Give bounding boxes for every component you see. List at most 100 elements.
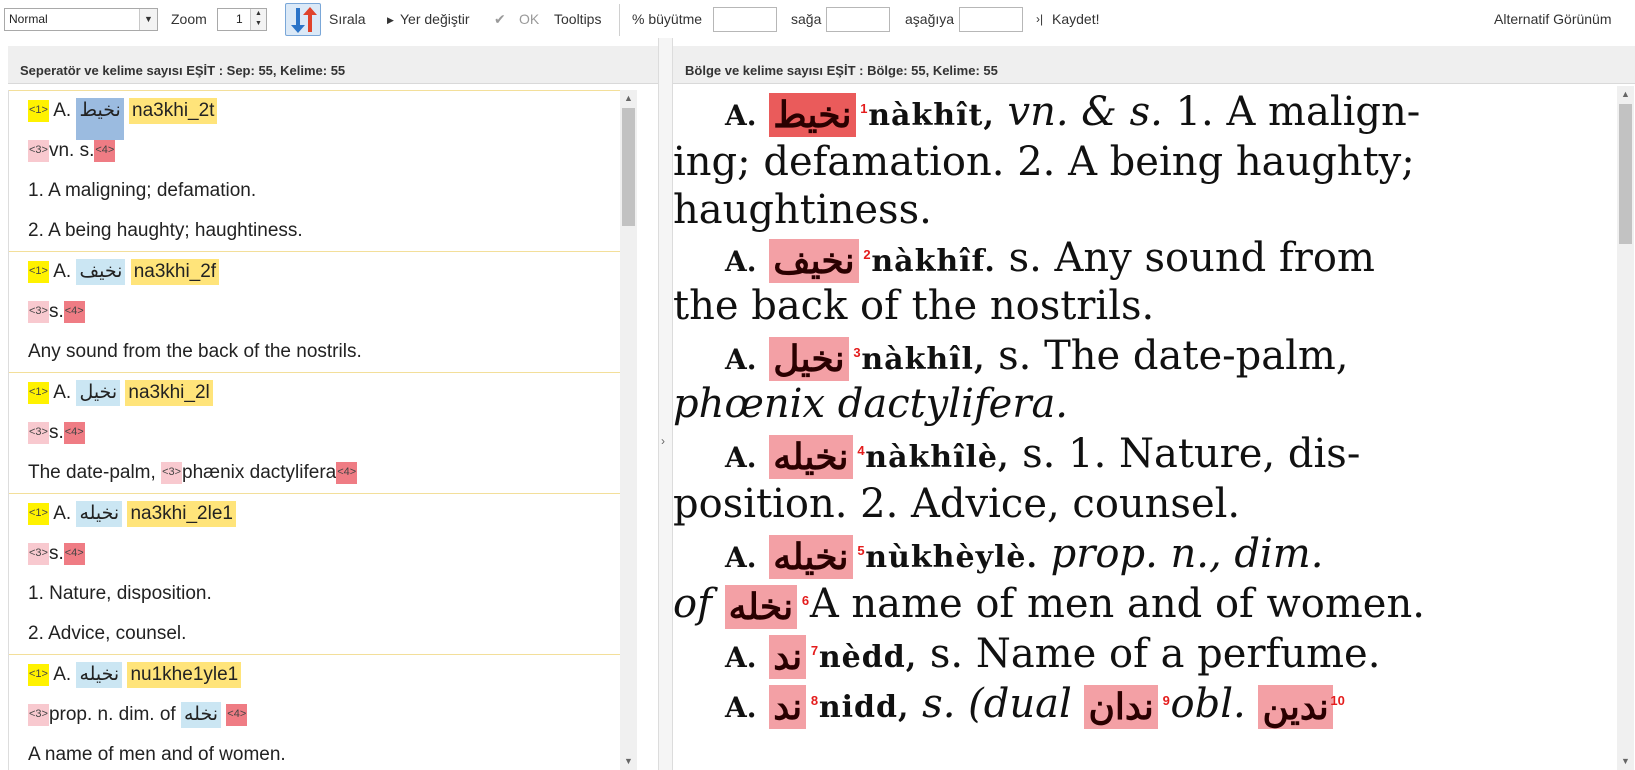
transliteration[interactable]: na3khi_2le1 xyxy=(127,500,236,527)
scan-line: haughtiness. xyxy=(673,187,932,233)
down-offset-input[interactable] xyxy=(959,7,1023,32)
separator-marker: <4> xyxy=(336,461,358,484)
spin-arrows-icon[interactable]: ▲ ▼ xyxy=(250,9,266,30)
move-button[interactable]: Yer değiştir xyxy=(400,11,470,27)
arabic-word[interactable]: نخيل xyxy=(76,379,121,406)
sort-button[interactable] xyxy=(285,3,321,36)
region-word: نخيله xyxy=(773,436,849,478)
definition: 1. A maligning; defamation. xyxy=(28,180,257,201)
scan-line: ing; defamation. 2. A being haughty; xyxy=(673,139,1415,185)
separator-marker: <4> xyxy=(63,421,85,444)
scan-line: position. 2. Advice, counsel. xyxy=(673,481,1241,527)
scan-text: nàkhîlè, xyxy=(865,440,1010,475)
arabic-word[interactable]: نخيله xyxy=(76,661,123,688)
save-button[interactable]: Kaydet! xyxy=(1052,11,1099,27)
tooltips-button[interactable]: Tooltips xyxy=(554,11,601,27)
sort-label[interactable]: Sırala xyxy=(329,11,366,27)
region-box[interactable]: نخله 6 xyxy=(724,585,809,629)
region-box[interactable]: ندان 9 xyxy=(1084,685,1170,729)
transliteration[interactable]: nu1khe1yle1 xyxy=(127,661,242,688)
scan-text: s. 1. Nature, dis- xyxy=(1022,431,1361,477)
mode-dropdown[interactable]: Normal ▼ xyxy=(4,8,158,31)
part-of-speech: prop. n. dim. of xyxy=(48,704,176,725)
entry-prefix: A. xyxy=(53,100,72,121)
scan-text: prop. n., dim. xyxy=(1050,531,1324,577)
alternative-view-button[interactable]: Alternatif Görünüm xyxy=(1494,11,1612,27)
definition: The date-palm, xyxy=(28,462,162,483)
chevron-right-icon[interactable]: › xyxy=(661,434,665,448)
region-number: 6 xyxy=(801,593,810,608)
region-number: 4 xyxy=(857,443,865,458)
right-offset-input[interactable] xyxy=(826,7,890,32)
separator-marker: <4> xyxy=(63,542,85,565)
scroll-up-icon[interactable]: ▲ xyxy=(1617,86,1634,103)
list-item[interactable]: <1> A. نخيط na3khi_2t <3>vn. s.<4> 1. A … xyxy=(9,90,637,251)
scroll-up-icon[interactable]: ▲ xyxy=(620,90,637,107)
toolbar: Normal ▼ Zoom 1 ▲ ▼ Sırala ▶ Yer değiştir… xyxy=(0,0,1635,38)
scan-line: phœnix dactylifera. xyxy=(673,381,1069,427)
right-scrollbar[interactable]: ▲ ▼ xyxy=(1617,86,1634,770)
region-box[interactable]: نخيله 4 xyxy=(769,435,865,479)
list-item[interactable]: <1> A. نخيف na3khi_2f <3>s.<4> Any sound… xyxy=(9,251,637,372)
scale-input[interactable] xyxy=(713,7,777,32)
chevron-down-icon[interactable]: ▼ xyxy=(139,9,157,30)
region-word: نخيله xyxy=(773,536,849,578)
scan-text: A. xyxy=(725,99,757,132)
definition-italic-part: phænix dactylifera xyxy=(182,462,337,483)
list-item[interactable]: <1> A. نخيله na3khi_2le1 <3>s.<4> 1. Nat… xyxy=(9,493,637,654)
region-box[interactable]: ند 8 xyxy=(769,685,818,729)
region-box[interactable]: نخيط 1 xyxy=(769,93,868,137)
region-word: نخيف xyxy=(773,240,855,282)
scan-text: nàkhîl, xyxy=(861,342,986,377)
splitter[interactable]: › xyxy=(658,38,673,770)
definition: A name of men and of women. xyxy=(28,744,286,765)
ok-button[interactable]: OK xyxy=(519,11,539,27)
arabic-word[interactable]: نخله xyxy=(180,701,222,728)
definition: Any sound from the back of the nostrils. xyxy=(28,341,362,362)
next-arrow-icon: ›| xyxy=(1036,12,1044,26)
separator-marker: <1> xyxy=(28,663,49,686)
scroll-thumb[interactable] xyxy=(622,108,635,226)
region-word: ند xyxy=(773,686,803,728)
scan-line: the back of the nostrils. xyxy=(673,283,1155,329)
transliteration[interactable]: na3khi_2l xyxy=(125,379,213,406)
scroll-thumb[interactable] xyxy=(1619,104,1632,244)
list-item[interactable]: <1> A. نخيل na3khi_2l <3>s.<4> The date-… xyxy=(9,372,637,493)
transliteration[interactable]: na3khi_2f xyxy=(130,258,220,285)
scroll-down-icon[interactable]: ▼ xyxy=(620,753,637,770)
zoom-stepper[interactable]: 1 ▲ ▼ xyxy=(217,8,267,31)
separator-marker: <1> xyxy=(28,502,49,525)
page-scan-view: A. نخيط 1 nàkhît, vn. & s. 1. A malign- i… xyxy=(673,86,1617,770)
right-offset-label: sağa xyxy=(791,11,822,27)
scan-text: nèdd, xyxy=(818,640,918,675)
dictionary-page-image: A. نخيط 1 nàkhît, vn. & s. 1. A malign- i… xyxy=(673,86,1617,770)
scan-text: A name of men and of women. xyxy=(809,581,1425,627)
arabic-word[interactable]: نخيله xyxy=(76,500,123,527)
arabic-word[interactable]: نخيف xyxy=(76,258,126,285)
region-box[interactable]: نخيف 2 xyxy=(769,239,871,283)
scan-text: nàkhîf. xyxy=(871,244,996,279)
region-word: نخله xyxy=(728,586,794,628)
list-item[interactable]: <1> A. نخيله nu1khe1yle1 <3>prop. n. dim… xyxy=(9,654,637,770)
region-word: نخيط xyxy=(773,94,852,136)
region-box[interactable]: نخيل 3 xyxy=(769,337,861,381)
region-box[interactable]: ند 7 xyxy=(769,635,818,679)
transliteration[interactable]: na3khi_2t xyxy=(129,97,218,124)
scan-text: A. xyxy=(725,541,757,574)
part-of-speech: s. xyxy=(48,301,64,322)
separator-marker: <3> xyxy=(28,421,49,444)
region-number: 1 xyxy=(860,101,868,116)
separator-marker: <1> xyxy=(28,99,49,122)
region-number: 7 xyxy=(810,643,819,658)
scan-text: 1. A malign- xyxy=(1175,89,1421,135)
separator-marker: <4> xyxy=(94,139,116,162)
region-number: 9 xyxy=(1162,693,1170,708)
left-scrollbar[interactable]: ▲ ▼ xyxy=(620,90,637,770)
sort-arrows-icon xyxy=(291,7,317,33)
scroll-down-icon[interactable]: ▼ xyxy=(1617,753,1634,770)
scan-text: s. (dual xyxy=(922,681,1072,727)
separator-marker: <3> xyxy=(28,542,49,565)
region-box[interactable]: ندين 10 xyxy=(1258,685,1345,729)
scan-text: nùkhèylè. xyxy=(865,540,1038,575)
region-box[interactable]: نخيله 5 xyxy=(769,535,865,579)
